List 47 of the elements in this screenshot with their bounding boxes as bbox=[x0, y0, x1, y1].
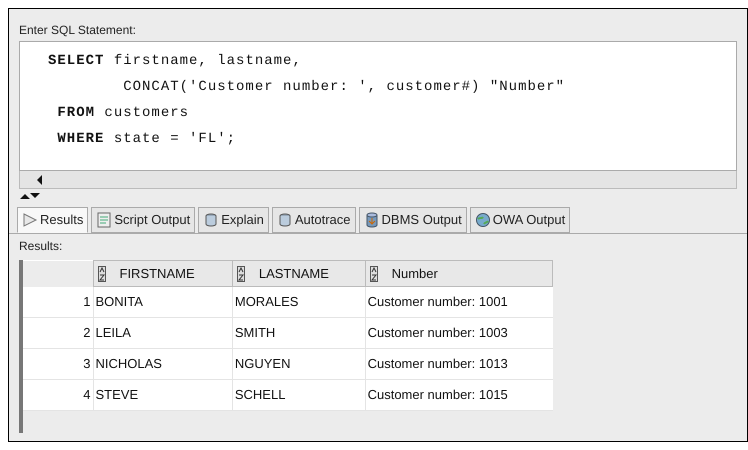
result-tab[interactable]: Results bbox=[17, 207, 88, 233]
table-cell: MORALES bbox=[232, 286, 366, 318]
sort-icon bbox=[98, 266, 106, 282]
row-number: 2 bbox=[23, 318, 93, 348]
table-cell: LEILA bbox=[93, 318, 232, 348]
editor-label: Enter SQL Statement: bbox=[19, 22, 137, 39]
splitter-arrows-icon[interactable] bbox=[19, 191, 41, 201]
table-cell: SCHELL bbox=[232, 380, 366, 410]
table-cell: Customer number: 1001 bbox=[365, 286, 552, 318]
column-title: FIRSTNAME bbox=[120, 264, 195, 283]
result-tab[interactable]: Explain bbox=[198, 207, 269, 233]
results-label: Results: bbox=[18, 238, 64, 255]
horizontal-scrollbar[interactable] bbox=[19, 171, 737, 189]
table-cell: NGUYEN bbox=[232, 348, 366, 380]
result-tab[interactable]: DBMS Output bbox=[358, 207, 467, 233]
code-line: FROM customers bbox=[56, 104, 190, 123]
result-tab[interactable]: Autotrace bbox=[272, 207, 356, 233]
table-cell: Customer number: 1015 bbox=[365, 380, 552, 410]
database-icon bbox=[364, 212, 380, 228]
database-icon bbox=[203, 212, 220, 228]
sql-editor[interactable]: SELECT firstname, lastname, CONCAT('Customer number: ', customer#) "Number" FROM customers WHERE state = 'FL'; bbox=[19, 41, 737, 171]
left-arrow-icon[interactable] bbox=[36, 174, 44, 184]
row-number: 4 bbox=[23, 380, 93, 410]
table-cell: NICHOLAS bbox=[93, 348, 232, 380]
play-icon bbox=[22, 212, 38, 228]
document-icon bbox=[96, 212, 112, 228]
column-title: LASTNAME bbox=[258, 264, 329, 283]
table-cell: STEVE bbox=[93, 380, 232, 410]
column-title: Number bbox=[392, 264, 438, 283]
column-header[interactable]: FIRSTNAME bbox=[93, 260, 232, 286]
sort-icon bbox=[370, 266, 378, 282]
code-line: WHERE state = 'FL'; bbox=[56, 130, 238, 149]
column-header[interactable]: LASTNAME bbox=[232, 260, 366, 286]
table-cell: Customer number: 1013 bbox=[365, 348, 552, 380]
globe-icon bbox=[474, 212, 491, 228]
row-number: 3 bbox=[23, 348, 93, 380]
table-cell: Customer number: 1003 bbox=[365, 318, 552, 348]
database-icon bbox=[276, 212, 293, 228]
row-number: 1 bbox=[23, 286, 93, 318]
result-tab[interactable]: Script Output bbox=[91, 207, 196, 233]
code-line: CONCAT('Customer number: ', customer#) "Number" bbox=[122, 78, 566, 97]
result-tab[interactable]: OWA Output bbox=[470, 207, 570, 233]
table-cell: BONITA bbox=[93, 286, 232, 318]
code-line: SELECT firstname, lastname, bbox=[48, 52, 303, 71]
sort-icon bbox=[236, 266, 245, 282]
table-cell: SMITH bbox=[232, 318, 366, 348]
column-header[interactable]: Number bbox=[365, 260, 552, 286]
